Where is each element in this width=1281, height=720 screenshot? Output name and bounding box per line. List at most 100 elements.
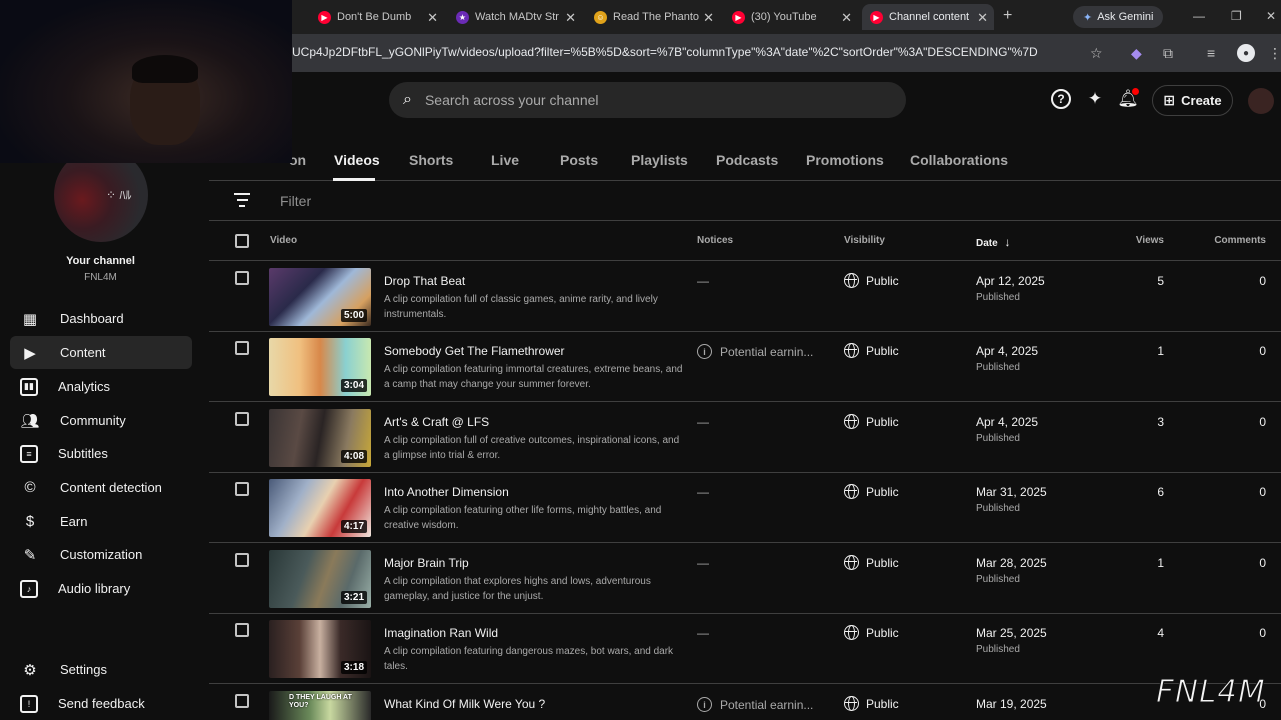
notice-cell[interactable]: i Potential earnin... <box>697 697 813 712</box>
community-people-icon: 👥︎ <box>20 412 40 430</box>
filter-input[interactable]: Filter <box>280 193 311 209</box>
video-thumbnail[interactable]: 3:21 <box>269 550 371 608</box>
sidebar-item-dashboard[interactable]: ▦ Dashboard <box>10 302 192 335</box>
video-thumbnail[interactable]: D THEY LAUGH AT YOU? <box>269 691 371 720</box>
row-checkbox[interactable] <box>235 694 249 708</box>
bookmark-star-icon[interactable]: ☆ <box>1090 45 1103 62</box>
column-video: Video <box>270 235 298 246</box>
browser-tab[interactable]: ▶ (30) YouTube ✕ <box>724 4 858 30</box>
browser-tab-active[interactable]: ▶ Channel content ✕ <box>862 4 994 30</box>
video-title[interactable]: Drop That Beat <box>384 274 465 288</box>
video-title[interactable]: Major Brain Trip <box>384 556 469 570</box>
table-row[interactable]: 4:08 Art's & Craft @ LFS A clip compilat… <box>209 403 1281 473</box>
new-tab-icon[interactable]: + <box>1003 7 1012 25</box>
sidebar-item-label: Earn <box>60 514 88 529</box>
tab-promotions[interactable]: Promotions <box>806 152 884 168</box>
visibility-cell[interactable]: Public <box>844 625 899 640</box>
row-checkbox[interactable] <box>235 553 249 567</box>
table-row[interactable]: 5:00 Drop That Beat A clip compilation f… <box>209 262 1281 332</box>
help-icon[interactable]: ? <box>1050 88 1072 110</box>
video-thumbnail[interactable]: 4:08 <box>269 409 371 467</box>
restore-icon[interactable]: ❐ <box>1231 9 1242 23</box>
tab-collaborations[interactable]: Collaborations <box>910 152 1008 168</box>
browser-tab[interactable]: ★ Watch MADtv Str ✕ <box>448 4 582 30</box>
sidebar-item-community[interactable]: 👥︎ Community <box>10 404 192 437</box>
video-title[interactable]: Imagination Ran Wild <box>384 626 498 640</box>
row-checkbox[interactable] <box>235 623 249 637</box>
extensions-puzzle-icon[interactable]: ⧉ <box>1163 45 1173 62</box>
sidebar-item-label: Community <box>60 413 126 428</box>
video-thumbnail[interactable]: 3:18 <box>269 620 371 678</box>
browser-tab[interactable]: ☺ Read The Phanto ✕ <box>586 4 720 30</box>
video-title[interactable]: Art's & Craft @ LFS <box>384 415 489 429</box>
visibility-cell[interactable]: Public <box>844 343 899 358</box>
column-date[interactable]: Date ↓ <box>976 235 1010 249</box>
sidebar-item-settings[interactable]: ⚙ Settings <box>10 653 192 686</box>
browser-profile-icon[interactable]: ● <box>1237 44 1255 62</box>
video-thumbnail[interactable]: 5:00 <box>269 268 371 326</box>
row-checkbox[interactable] <box>235 271 249 285</box>
account-avatar[interactable] <box>1248 88 1274 114</box>
sidebar-item-analytics[interactable]: ▮▮ Analytics <box>10 370 192 403</box>
row-checkbox[interactable] <box>235 482 249 496</box>
extension-icon[interactable]: ◆ <box>1131 45 1142 62</box>
row-checkbox[interactable] <box>235 412 249 426</box>
browser-menu-icon[interactable]: ⋮ <box>1268 45 1281 62</box>
column-comments[interactable]: Comments <box>1204 235 1266 246</box>
notifications-bell-icon[interactable]: 🔔︎ <box>1117 88 1139 110</box>
visibility-cell[interactable]: Public <box>844 414 899 429</box>
sidebar-item-subtitles[interactable]: ≡ Subtitles <box>10 437 192 470</box>
close-tab-icon[interactable]: ✕ <box>565 10 576 26</box>
close-window-icon[interactable]: ✕ <box>1266 9 1276 23</box>
sidebar-item-send-feedback[interactable]: ! Send feedback <box>10 687 192 720</box>
globe-icon <box>844 343 859 358</box>
close-tab-icon[interactable]: ✕ <box>977 10 988 26</box>
table-row[interactable]: D THEY LAUGH AT YOU? What Kind Of Milk W… <box>209 685 1281 720</box>
create-button[interactable]: ⊞ Create <box>1152 85 1233 116</box>
tab-live[interactable]: Live <box>491 152 519 168</box>
visibility-cell[interactable]: Public <box>844 696 899 711</box>
visibility-cell[interactable]: Public <box>844 273 899 288</box>
table-row[interactable]: 3:21 Major Brain Trip A clip compilation… <box>209 544 1281 614</box>
visibility-cell[interactable]: Public <box>844 555 899 570</box>
sidebar-item-earn[interactable]: $ Earn <box>10 505 192 538</box>
close-tab-icon[interactable]: ✕ <box>841 10 852 26</box>
ask-gemini-button[interactable]: ✦ Ask Gemini <box>1073 6 1164 28</box>
video-title[interactable]: Somebody Get The Flamethrower <box>384 344 565 358</box>
video-thumbnail[interactable]: 3:04 <box>269 338 371 396</box>
tab-playlists[interactable]: Playlists <box>631 152 688 168</box>
notice-cell[interactable]: i Potential earnin... <box>697 344 813 359</box>
url-field[interactable]: UCp4Jp2DFtbFL_yGONlPiyTw/videos/upload?f… <box>292 45 1038 59</box>
media-controls-icon[interactable]: ≡ <box>1207 45 1215 61</box>
video-title[interactable]: Into Another Dimension <box>384 485 509 499</box>
close-tab-icon[interactable]: ✕ <box>703 10 714 26</box>
video-title[interactable]: What Kind Of Milk Were You ? <box>384 697 545 711</box>
channel-search-bar[interactable]: ⌕ Search across your channel <box>389 82 906 118</box>
sidebar-item-customization[interactable]: ✎ Customization <box>10 538 192 571</box>
table-row[interactable]: 3:18 Imagination Ran Wild A clip compila… <box>209 614 1281 684</box>
filter-icon[interactable] <box>234 193 250 211</box>
notice-text: Potential earnin... <box>720 344 814 359</box>
sidebar-item-audio-library[interactable]: ♪ Audio library <box>10 572 192 605</box>
video-thumbnail[interactable]: 4:17 <box>269 479 371 537</box>
row-checkbox[interactable] <box>235 341 249 355</box>
tab-videos[interactable]: Videos <box>334 152 380 168</box>
column-views[interactable]: Views <box>1114 235 1164 246</box>
table-row[interactable]: 3:04 Somebody Get The Flamethrower A cli… <box>209 332 1281 402</box>
minimize-icon[interactable]: — <box>1193 9 1205 23</box>
tab-posts[interactable]: Posts <box>560 152 598 168</box>
filter-bar[interactable]: Filter <box>209 181 1281 221</box>
gemini-sparkle-icon: ✦ <box>1083 11 1093 24</box>
column-visibility[interactable]: Visibility <box>844 235 885 246</box>
select-all-checkbox[interactable] <box>235 234 249 248</box>
tab-podcasts[interactable]: Podcasts <box>716 152 778 168</box>
sidebar-item-content[interactable]: ▶ Content <box>10 336 192 369</box>
gemini-sparkle-icon[interactable]: ✦ <box>1084 88 1106 110</box>
close-tab-icon[interactable]: ✕ <box>427 10 438 26</box>
tab-shorts[interactable]: Shorts <box>409 152 453 168</box>
visibility-cell[interactable]: Public <box>844 484 899 499</box>
table-row[interactable]: 4:17 Into Another Dimension A clip compi… <box>209 473 1281 543</box>
sidebar-item-content-detection[interactable]: © Content detection <box>10 471 192 504</box>
browser-tab[interactable]: ▶ Don't Be Dumb ✕ <box>310 4 444 30</box>
browser-tab-title: Watch MADtv Str <box>475 11 559 23</box>
